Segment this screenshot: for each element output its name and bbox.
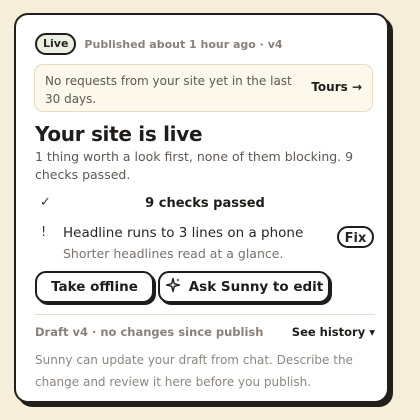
- draft-row: Draft v4 · no changes since publish See …: [35, 325, 375, 341]
- see-history-button[interactable]: See history ▾: [292, 325, 375, 339]
- fix-button[interactable]: Fix: [337, 226, 374, 248]
- ask-sunny-label: Ask Sunny to edit: [188, 279, 324, 295]
- draft-help-text: Sunny can update your draft from chat. D…: [35, 353, 353, 389]
- page-subtitle: 1 thing worth a look first, none of them…: [35, 149, 354, 182]
- published-info: Published about 1 hour ago · v4: [84, 37, 283, 51]
- take-offline-button[interactable]: Take offline: [35, 271, 154, 303]
- divider: [35, 314, 375, 315]
- warning-icon: !: [41, 225, 47, 240]
- take-offline-label: Take offline: [51, 279, 138, 295]
- checks-label: 9 checks passed: [145, 196, 265, 211]
- sparkle-icon: [165, 277, 181, 297]
- draft-label: Draft v4 · no changes since publish: [35, 325, 264, 339]
- site-status-card: Live Published about 1 hour ago · v4 No …: [14, 13, 389, 403]
- publish-meta: Live Published about 1 hour ago · v4: [35, 33, 283, 55]
- issue-detail: Shorter headlines read at a glance.: [63, 246, 284, 261]
- issue-title: Headline runs to 3 lines on a phone: [63, 225, 304, 241]
- ask-sunny-button[interactable]: Ask Sunny to edit: [158, 271, 330, 303]
- issue-item: ! Headline runs to 3 lines on a phone Sh…: [35, 223, 375, 267]
- traffic-notice: No requests from your site yet in the la…: [34, 64, 373, 112]
- live-badge: Live: [35, 33, 77, 55]
- checks-summary: ✓ 9 checks passed: [35, 195, 375, 215]
- tours-link[interactable]: Tours →: [311, 80, 362, 94]
- notice-text: No requests from your site yet in the la…: [45, 74, 292, 106]
- page-title: Your site is live: [35, 122, 203, 146]
